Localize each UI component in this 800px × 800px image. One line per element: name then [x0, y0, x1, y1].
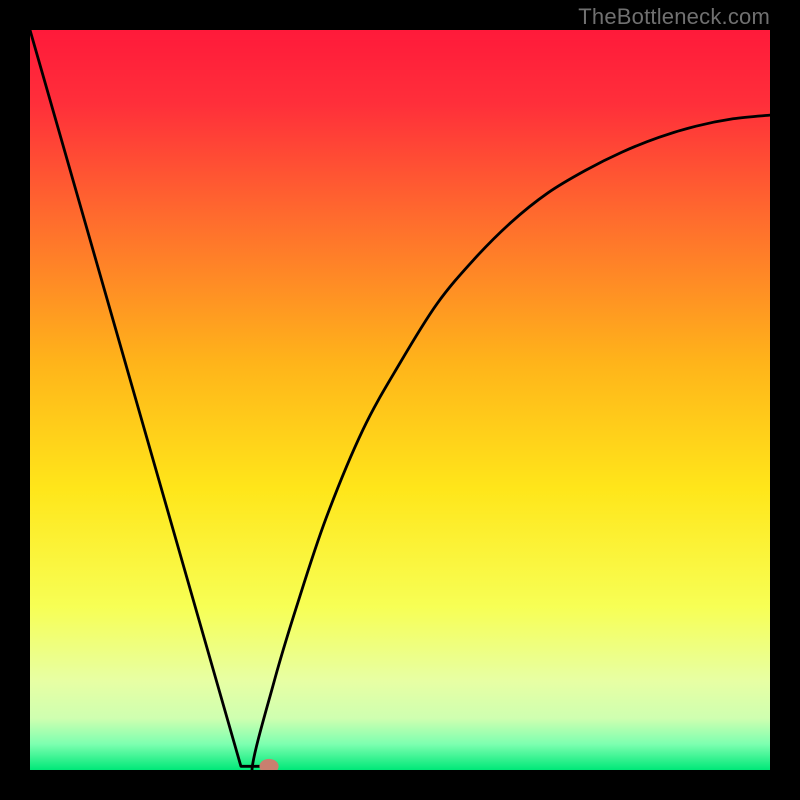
- gradient-background: [30, 30, 770, 770]
- bottleneck-chart: [30, 30, 770, 770]
- watermark-text: TheBottleneck.com: [578, 4, 770, 30]
- chart-frame: [30, 30, 770, 770]
